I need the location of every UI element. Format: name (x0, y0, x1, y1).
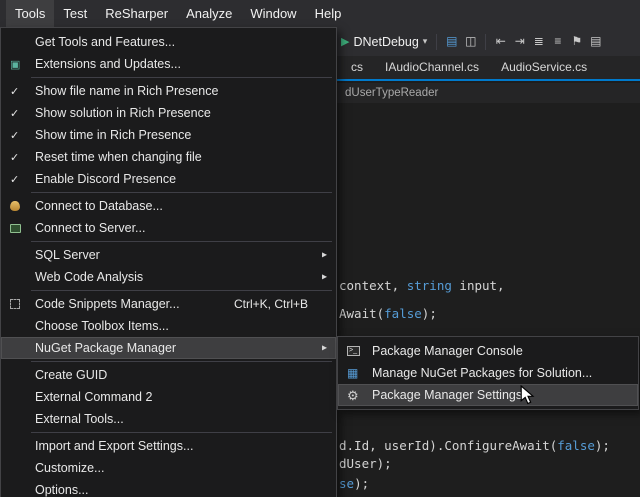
gear-icon: ⚙ (347, 389, 359, 402)
menu-item-enable-discord-presence[interactable]: ✓ Enable Discord Presence (1, 168, 336, 190)
menu-item-options[interactable]: Options... (1, 479, 336, 497)
menu-item-code-snippets-manager[interactable]: Code Snippets Manager... Ctrl+K, Ctrl+B (1, 293, 336, 315)
check-icon: ✓ (10, 173, 19, 186)
menu-item-get-tools-and-features[interactable]: Get Tools and Features... (1, 31, 336, 53)
menu-item-extensions-and-updates[interactable]: ▣ Extensions and Updates... (1, 53, 336, 75)
menu-divider (31, 290, 332, 291)
menu-item-show-time-rich-presence[interactable]: ✓ Show time in Rich Presence (1, 124, 336, 146)
menu-item-web-code-analysis[interactable]: Web Code Analysis ▸ (1, 266, 336, 288)
menu-divider (31, 361, 332, 362)
console-icon: >_ (347, 346, 360, 356)
menu-divider (31, 77, 332, 78)
tab-partial[interactable]: cs (340, 56, 374, 79)
bookmark-list-icon[interactable]: ▤ (586, 27, 605, 56)
menubar-item-analyze[interactable]: Analyze (177, 0, 241, 27)
tab-audioservice[interactable]: AudioService.cs (490, 56, 598, 79)
menu-item-import-and-export-settings[interactable]: Import and Export Settings... (1, 435, 336, 457)
code-line: dUser); (339, 456, 392, 471)
menu-item-sql-server[interactable]: SQL Server ▸ (1, 244, 336, 266)
menu-item-external-command-2[interactable]: External Command 2 (1, 386, 336, 408)
menu-item-package-manager-console[interactable]: >_ Package Manager Console (338, 340, 638, 362)
code-line: context, string input, (339, 278, 505, 293)
submenu-arrow-icon: ▸ (322, 343, 327, 354)
code-line: Await(false); (339, 306, 437, 321)
check-icon: ✓ (10, 107, 19, 120)
bookmark-icon[interactable]: ⚑ (567, 27, 586, 56)
menu-item-package-manager-settings[interactable]: ⚙ Package Manager Settings (338, 384, 638, 406)
code-line: se); (339, 476, 369, 491)
breadcrumb-type-name: dUserTypeReader (345, 87, 438, 99)
menu-item-nuget-package-manager[interactable]: NuGet Package Manager ▸ (1, 337, 336, 359)
menu-item-show-file-name-rich-presence[interactable]: ✓ Show file name in Rich Presence (1, 80, 336, 102)
menu-item-choose-toolbox-items[interactable]: Choose Toolbox Items... (1, 315, 336, 337)
comment-icon[interactable]: ≣ (529, 27, 548, 56)
menu-bar: Tools Test ReSharper Analyze Window Help (0, 0, 640, 27)
submenu-arrow-icon: ▸ (322, 250, 327, 261)
snippets-icon (10, 299, 20, 309)
menu-item-manage-nuget-packages-for-solution[interactable]: ▦ Manage NuGet Packages for Solution... (338, 362, 638, 384)
menu-item-customize[interactable]: Customize... (1, 457, 336, 479)
member-list-icon[interactable]: ▤ (442, 27, 461, 56)
chevron-down-icon[interactable]: ▾ (423, 36, 428, 47)
nuget-submenu: >_ Package Manager Console ▦ Manage NuGe… (337, 336, 639, 410)
menu-divider (31, 241, 332, 242)
menubar-item-test[interactable]: Test (54, 0, 96, 27)
uncomment-icon[interactable]: ≡ (548, 27, 567, 56)
tools-menu: Get Tools and Features... ▣ Extensions a… (0, 27, 337, 497)
database-icon (10, 201, 20, 211)
check-icon: ✓ (10, 85, 19, 98)
quick-info-icon[interactable]: ◫ (461, 27, 480, 56)
toolbar-divider (436, 34, 437, 50)
code-line: d.Id, userId).ConfigureAwait(false); (339, 438, 610, 453)
menu-item-connect-to-server[interactable]: Connect to Server... (1, 217, 336, 239)
server-icon (10, 224, 21, 233)
menu-divider (31, 432, 332, 433)
check-icon: ✓ (10, 129, 19, 142)
menubar-item-help[interactable]: Help (306, 0, 351, 27)
toolbar-divider (485, 34, 486, 50)
submenu-arrow-icon: ▸ (322, 272, 327, 283)
menubar-item-tools[interactable]: Tools (6, 0, 54, 27)
menu-item-reset-time-when-changing-file[interactable]: ✓ Reset time when changing file (1, 146, 336, 168)
debug-target-dropdown[interactable]: DNetDebug (353, 35, 418, 49)
extensions-icon: ▣ (10, 58, 20, 71)
shortcut-label: Ctrl+K, Ctrl+B (234, 297, 328, 311)
menubar-item-resharper[interactable]: ReSharper (96, 0, 177, 27)
vs-window: Tools Test ReSharper Analyze Window Help… (0, 0, 640, 497)
menu-item-external-tools[interactable]: External Tools... (1, 408, 336, 430)
check-icon: ✓ (10, 151, 19, 164)
packages-icon: ▦ (347, 366, 358, 380)
indent-increase-icon[interactable]: ⇥ (510, 27, 529, 56)
start-debug-icon[interactable]: ▶ (341, 35, 349, 48)
tab-iaudiochannel[interactable]: IAudioChannel.cs (374, 56, 490, 79)
menu-item-show-solution-rich-presence[interactable]: ✓ Show solution in Rich Presence (1, 102, 336, 124)
menubar-item-window[interactable]: Window (241, 0, 305, 27)
menu-item-create-guid[interactable]: Create GUID (1, 364, 336, 386)
menu-divider (31, 192, 332, 193)
menu-item-connect-to-database[interactable]: Connect to Database... (1, 195, 336, 217)
indent-decrease-icon[interactable]: ⇤ (491, 27, 510, 56)
